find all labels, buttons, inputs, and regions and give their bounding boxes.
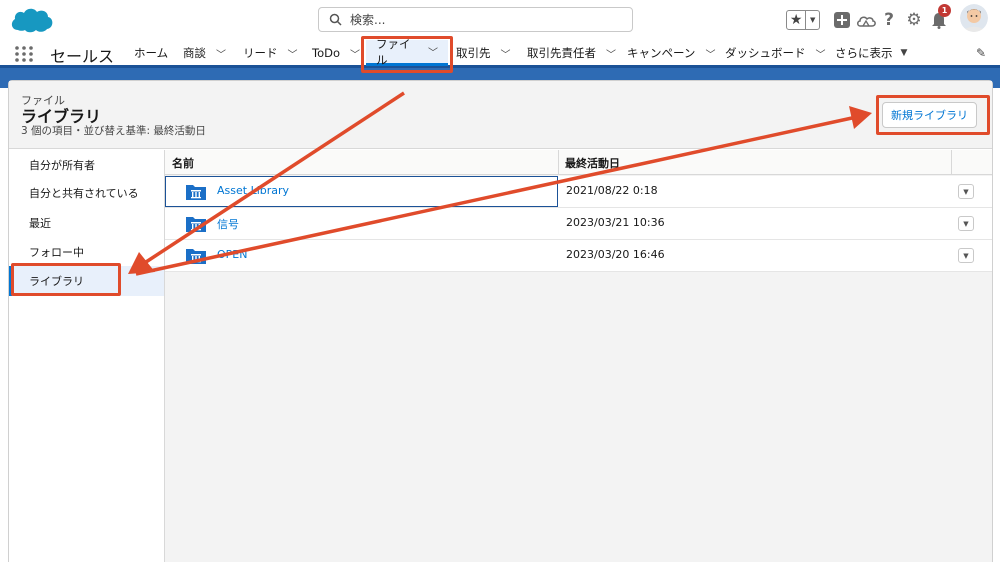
library-name-link[interactable]: 信号 <box>217 216 239 232</box>
salesforce-logo[interactable] <box>8 4 56 36</box>
chevron-down-icon[interactable]: ﹀ <box>501 46 511 61</box>
table-row[interactable]: 信号 2023/03/21 10:36 ▼ <box>165 208 992 240</box>
trailhead-button[interactable] <box>856 8 876 32</box>
chevron-down-icon[interactable]: ﹀ <box>288 46 298 61</box>
trailhead-icon <box>857 16 876 27</box>
edit-nav-pencil-icon[interactable]: ✎ <box>976 46 986 60</box>
nav-tab-dashboards[interactable]: ダッシュボード ﹀ <box>725 40 826 66</box>
highlight-libraries-sidebar <box>11 263 121 296</box>
library-folder-icon <box>185 246 207 265</box>
chevron-down-icon[interactable]: ﹀ <box>816 46 826 61</box>
plus-icon <box>834 12 850 28</box>
nav-tab-campaigns[interactable]: キャンペーン ﹀ <box>627 40 715 66</box>
table-row[interactable]: OPEN 2023/03/20 16:46 ▼ <box>165 240 992 272</box>
global-actions-button[interactable] <box>833 8 851 32</box>
last-activity-date: 2023/03/20 16:46 <box>566 248 665 261</box>
nav-tab-label: 取引先 <box>456 46 491 60</box>
nav-tab-label: 取引先責任者 <box>527 46 596 60</box>
caret-down-icon: ▼ <box>900 48 908 58</box>
nav-tab-contacts[interactable]: 取引先責任者 ﹀ <box>527 40 616 66</box>
page-subtitle: 3 個の項目・並び替え基準: 最終活動日 <box>21 125 206 137</box>
column-divider[interactable] <box>951 150 952 175</box>
user-avatar[interactable] <box>960 4 988 32</box>
table-row[interactable]: Asset Library 2021/08/22 0:18 ▼ <box>165 176 992 208</box>
files-sidebar: 自分が所有者 自分と共有されている 最近 フォロー中 ライブラリ <box>9 150 165 562</box>
sidebar-item-label: 自分が所有者 <box>29 159 95 172</box>
nav-tab-label: キャンペーン <box>627 46 696 60</box>
search-icon <box>329 13 342 26</box>
sidebar-item-label: フォロー中 <box>29 246 84 259</box>
nav-tab-label: ホーム <box>134 46 169 60</box>
sidebar-item-shared-with-me[interactable]: 自分と共有されている <box>9 178 164 208</box>
chevron-down-icon[interactable]: ﹀ <box>606 46 616 61</box>
nav-tab-todo[interactable]: ToDo ﹀ <box>312 40 360 66</box>
sidebar-item-label: 自分と共有されている <box>29 187 139 200</box>
caret-down-icon: ▼ <box>963 251 969 260</box>
app-navigation-bar: セールス ホーム 商談 ﹀ リード ﹀ ToDo ﹀ ファイル ﹀ 取引先 ﹀ … <box>0 37 1000 68</box>
highlight-files-tab <box>361 36 453 73</box>
sidebar-item-owned-by-me[interactable]: 自分が所有者 <box>9 150 164 180</box>
sidebar-item-label: 最近 <box>29 217 51 230</box>
global-header: 検索... ★ ▼ ? ⚙ 1 <box>0 0 1000 40</box>
global-search-input[interactable]: 検索... <box>318 7 633 32</box>
column-header-last-activity[interactable]: 最終活動日 <box>558 150 620 175</box>
notification-badge: 1 <box>938 4 951 17</box>
library-folder-icon <box>185 182 207 201</box>
help-icon[interactable]: ? <box>880 8 898 32</box>
caret-down-icon: ▼ <box>810 16 816 24</box>
star-icon: ★ <box>787 11 807 29</box>
column-header-name[interactable]: 名前 <box>165 150 194 175</box>
last-activity-date: 2023/03/21 10:36 <box>566 216 665 229</box>
caret-down-icon: ▼ <box>963 219 969 228</box>
nav-tab-label: リード <box>243 46 278 60</box>
nav-tab-label: ダッシュボード <box>725 46 806 60</box>
setup-gear-icon[interactable]: ⚙ <box>904 8 924 32</box>
favorites-button[interactable]: ★ ▼ <box>786 10 820 30</box>
last-activity-date: 2021/08/22 0:18 <box>566 184 658 197</box>
library-folder-icon <box>185 214 207 233</box>
library-table: 名前 最終活動日 Asset Library 2021/08/22 0:18 ▼… <box>165 150 992 562</box>
chevron-down-icon[interactable]: ﹀ <box>705 46 715 61</box>
app-name: セールス <box>50 47 115 66</box>
search-placeholder: 検索... <box>350 13 386 27</box>
highlight-new-library-button <box>876 95 990 135</box>
app-launcher-icon[interactable] <box>14 45 34 63</box>
nav-tab-leads[interactable]: リード ﹀ <box>243 40 298 66</box>
chevron-down-icon[interactable]: ﹀ <box>350 46 360 61</box>
files-library-card: ファイル ライブラリ 3 個の項目・並び替え基準: 最終活動日 新規ライブラリ … <box>8 80 993 562</box>
row-actions-dropdown[interactable]: ▼ <box>958 216 974 231</box>
nav-tab-opportunities[interactable]: 商談 ﹀ <box>183 40 226 66</box>
nav-tab-label: 商談 <box>183 46 206 60</box>
table-header: 名前 最終活動日 <box>165 150 992 175</box>
page-header: ファイル ライブラリ 3 個の項目・並び替え基準: 最終活動日 新規ライブラリ <box>9 81 992 149</box>
library-name-link[interactable]: Asset Library <box>217 184 289 197</box>
nav-tab-home[interactable]: ホーム <box>134 40 168 66</box>
row-actions-dropdown[interactable]: ▼ <box>958 248 974 263</box>
nav-tab-label: さらに表示 <box>835 46 893 60</box>
caret-down-icon: ▼ <box>963 187 969 196</box>
nav-tab-accounts[interactable]: 取引先 ﹀ <box>456 40 511 66</box>
library-name-link[interactable]: OPEN <box>217 248 247 261</box>
chevron-down-icon[interactable]: ﹀ <box>216 46 226 61</box>
nav-more-tabs[interactable]: さらに表示 ▼ <box>835 40 907 66</box>
sidebar-item-recent[interactable]: 最近 <box>9 208 164 238</box>
row-actions-dropdown[interactable]: ▼ <box>958 184 974 199</box>
nav-tab-label: ToDo <box>312 46 340 60</box>
